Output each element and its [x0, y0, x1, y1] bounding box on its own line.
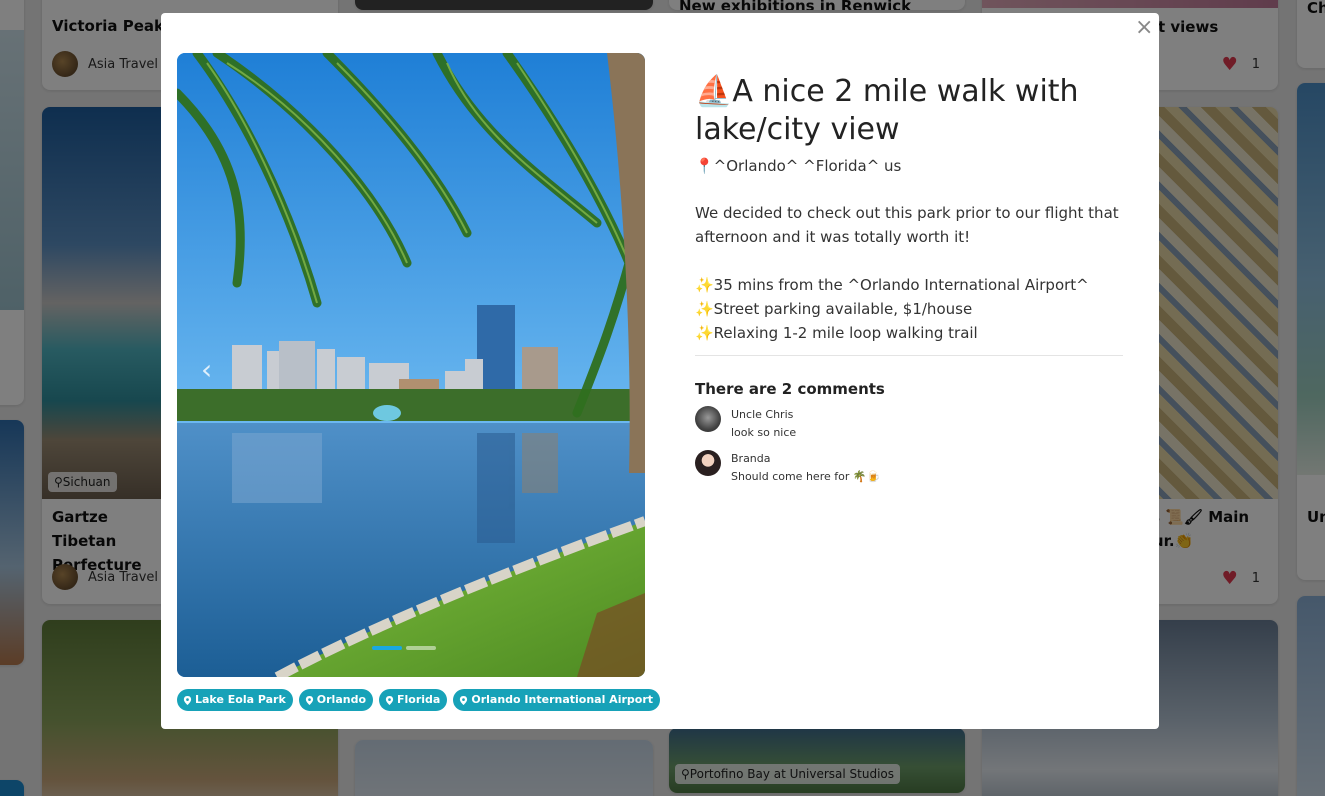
post-description: We decided to check out this park prior … — [695, 201, 1123, 345]
comment-author[interactable]: Branda — [731, 450, 880, 468]
pin-icon — [385, 695, 394, 705]
tag-label: Orlando — [316, 693, 367, 706]
post-detail-modal: × ‹ Lake Eola Park Orlando Florida Orlan… — [161, 13, 1159, 729]
pin-icon — [183, 695, 192, 705]
post-detail: ⛵A nice 2 mile walk with lake/city view … — [695, 73, 1123, 486]
location-tag[interactable]: Orlando — [298, 689, 374, 711]
tag-label: Lake Eola Park — [195, 693, 286, 706]
description-bullet: ✨35 mins from the ^Orlando International… — [695, 276, 1089, 294]
avatar[interactable] — [695, 406, 721, 432]
carousel-dot-2[interactable] — [406, 646, 436, 650]
close-button[interactable]: × — [1135, 17, 1153, 39]
comment: Uncle Chris look so nice — [695, 406, 1123, 442]
tag-label: Florida — [397, 693, 441, 706]
divider — [695, 355, 1123, 356]
location-tag[interactable]: Lake Eola Park — [177, 689, 293, 711]
location-tag[interactable]: Florida — [379, 689, 448, 711]
post-location: 📍^Orlando^ ^Florida^ us — [695, 157, 902, 175]
carousel-indicators — [372, 646, 436, 650]
lake-city-photo — [177, 53, 645, 677]
avatar[interactable] — [695, 450, 721, 476]
pin-icon — [460, 695, 468, 705]
comment-text: Should come here for 🌴🍺 — [731, 470, 881, 483]
description-text: We decided to check out this park prior … — [695, 204, 1119, 246]
comment-text: look so nice — [731, 426, 797, 439]
comment-author[interactable]: Uncle Chris — [731, 406, 796, 424]
post-title: ⛵A nice 2 mile walk with lake/city view — [695, 74, 1079, 147]
carousel-prev-arrow[interactable]: ‹ — [201, 353, 212, 386]
description-bullet: ✨Relaxing 1-2 mile loop walking trail — [695, 324, 978, 342]
carousel-dot-1[interactable] — [372, 646, 402, 650]
location-tag[interactable]: Orlando International Airport — [453, 689, 661, 711]
pin-icon — [305, 695, 313, 705]
comment: Branda Should come here for 🌴🍺 — [695, 450, 1123, 486]
description-bullet: ✨Street parking available, $1/house — [695, 300, 973, 318]
location-tags: Lake Eola Park Orlando Florida Orlando I… — [177, 689, 661, 711]
image-carousel[interactable]: ‹ — [177, 53, 645, 677]
tag-label: Orlando International Airport — [471, 693, 654, 706]
comments-title: There are 2 comments — [695, 380, 885, 398]
